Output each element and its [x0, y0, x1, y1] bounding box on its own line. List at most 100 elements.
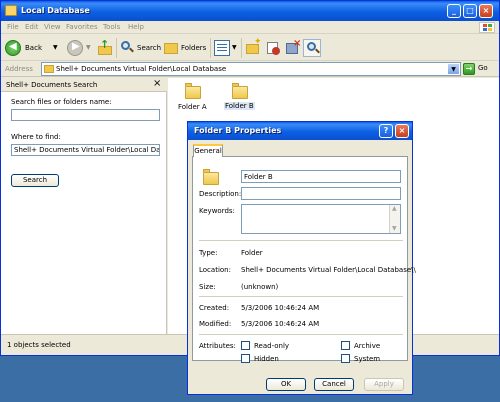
up-folder-button[interactable]: ↑ [97, 38, 113, 57]
folder-icon [44, 65, 54, 73]
separator [199, 240, 403, 241]
name-label: Search files or folders name: [11, 98, 112, 106]
size-label: Size: [199, 283, 216, 291]
toolbar-separator [116, 38, 117, 58]
tab-general[interactable]: General [193, 144, 223, 157]
magnifier-icon [305, 41, 321, 57]
search-icon [119, 40, 135, 56]
menu-view[interactable]: View [44, 23, 61, 31]
archive-label: Archive [354, 342, 381, 350]
chevron-down-icon[interactable]: ▼ [53, 44, 58, 51]
back-button[interactable]: ◀ Back ▼ [5, 39, 63, 57]
scroll-up-icon[interactable]: ▲ [392, 205, 397, 212]
menu-bar: File Edit View Favorites Tools Help [1, 21, 499, 34]
folder-name: Folder A [178, 103, 207, 111]
find-button[interactable] [303, 39, 321, 57]
go-arrow-icon: → [463, 63, 475, 75]
keywords-scrollbar[interactable]: ▲ ▼ [389, 205, 400, 233]
window-titlebar[interactable]: Local Database _ □ × [1, 1, 499, 21]
close-button[interactable]: × [479, 4, 493, 18]
where-label: Where to find: [11, 133, 61, 141]
properties-icon [265, 40, 281, 56]
toolbar-separator [210, 38, 211, 58]
up-folder-icon: ↑ [97, 38, 113, 56]
go-label: Go [478, 64, 488, 72]
readonly-label: Read-only [254, 342, 290, 350]
hidden-checkbox[interactable] [241, 354, 250, 363]
search-pane-title: Shell+ Documents Search [6, 81, 98, 89]
search-name-input[interactable] [11, 109, 160, 121]
separator [199, 296, 403, 297]
menu-favorites[interactable]: Favorites [66, 23, 98, 31]
apply-button[interactable]: Apply [364, 378, 404, 391]
name-input[interactable]: Folder B [241, 170, 401, 183]
chevron-down-icon[interactable]: ▼ [232, 44, 237, 51]
delete-icon: × [285, 38, 301, 56]
location-label: Location: [199, 266, 231, 274]
where-input[interactable]: Shell+ Documents Virtual Folder\Local Da… [11, 144, 160, 156]
search-submit-button[interactable]: Search [11, 174, 59, 187]
ok-button[interactable]: OK [266, 378, 306, 391]
delete-button[interactable]: × [285, 38, 301, 57]
folder-name: Folder B [224, 102, 255, 110]
hidden-label: Hidden [254, 355, 279, 363]
minimize-button[interactable]: _ [447, 4, 461, 18]
new-folder-button[interactable]: ✦ [245, 37, 262, 57]
keywords-textarea[interactable]: ▲ ▼ [241, 204, 401, 234]
menu-help[interactable]: Help [128, 23, 144, 31]
created-value: 5/3/2006 10:46:24 AM [241, 304, 320, 312]
toolbar-separator [241, 38, 242, 58]
cancel-button[interactable]: Cancel [314, 378, 354, 391]
readonly-checkbox[interactable] [241, 341, 250, 350]
system-checkbox[interactable] [341, 354, 350, 363]
views-button[interactable]: ▼ [214, 39, 238, 57]
menu-edit[interactable]: Edit [25, 23, 39, 31]
menu-file[interactable]: File [7, 23, 19, 31]
new-folder-icon: ✦ [245, 37, 262, 56]
search-button[interactable]: Search [119, 39, 161, 57]
back-label: Back [25, 44, 42, 52]
folder-icon [232, 86, 248, 99]
dialog-titlebar[interactable]: Folder B Properties ? × [188, 122, 412, 140]
address-input[interactable]: Shell+ Documents Virtual Folder\Local Da… [41, 62, 461, 76]
folder-item-b[interactable]: Folder B [224, 82, 255, 114]
type-label: Type: [199, 249, 218, 257]
archive-checkbox[interactable] [341, 341, 350, 350]
dialog-close-button[interactable]: × [395, 124, 409, 138]
windows-logo-icon [479, 22, 495, 33]
description-input[interactable] [241, 187, 401, 200]
maximize-button[interactable]: □ [463, 4, 477, 18]
folders-label: Folders [181, 44, 207, 52]
keywords-label: Keywords: [199, 207, 235, 215]
forward-arrow-icon: ▶ [67, 40, 83, 56]
location-value: Shell+ Documents Virtual Folder\Local Da… [241, 266, 416, 274]
folder-item-a[interactable]: Folder A [178, 82, 208, 114]
modified-value: 5/3/2006 10:46:24 AM [241, 320, 320, 328]
back-arrow-icon: ◀ [5, 40, 21, 56]
search-pane: Shell+ Documents Search × Search files o… [1, 78, 167, 334]
folders-button[interactable]: Folders [163, 39, 207, 57]
created-label: Created: [199, 304, 230, 312]
dialog-title: Folder B Properties [194, 126, 282, 135]
general-tab-panel: Folder B Description: Keywords: ▲ ▼ Type… [192, 156, 416, 363]
name-value: Folder B [244, 173, 273, 181]
forward-button[interactable]: ▶ ▼ [67, 39, 93, 57]
close-icon[interactable]: × [153, 78, 161, 89]
scroll-down-icon[interactable]: ▼ [392, 225, 397, 232]
address-bar: Address Shell+ Documents Virtual Folder\… [1, 61, 499, 77]
description-label: Description: [199, 190, 242, 198]
chevron-down-icon: ▼ [451, 66, 456, 73]
address-dropdown-button[interactable]: ▼ [447, 63, 460, 75]
folders-icon [163, 40, 179, 56]
properties-dialog: Folder B Properties ? × Folder B Descrip… [187, 121, 416, 395]
menu-tools[interactable]: Tools [103, 23, 120, 31]
go-button[interactable]: → Go [463, 63, 497, 75]
size-value: (unknown) [241, 283, 279, 291]
folder-icon [5, 5, 17, 16]
address-label: Address [5, 65, 33, 73]
status-text: 1 objects selected [7, 341, 71, 349]
system-label: System [354, 355, 381, 363]
help-button[interactable]: ? [379, 124, 393, 138]
search-pane-header: Shell+ Documents Search × [1, 78, 167, 92]
properties-button[interactable] [265, 39, 281, 57]
